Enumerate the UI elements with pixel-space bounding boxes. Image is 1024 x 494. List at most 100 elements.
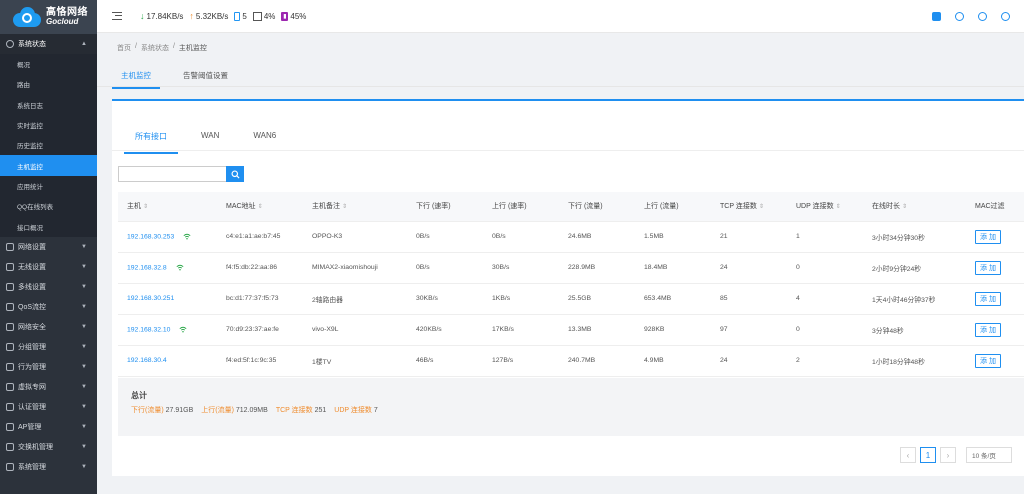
breadcrumb-home[interactable]: 首页 — [117, 43, 131, 53]
total-summary: 总计 下行(流量) 27.91GB 上行(流量) 712.09MB TCP 连接数 … — [118, 378, 1024, 436]
sidebar-group-11[interactable]: 系统管理 ▼ — [0, 457, 97, 477]
cell-udp: 4 — [787, 283, 863, 315]
memory-icon — [252, 11, 262, 21]
column-header-1[interactable]: MAC地址 ⇕ — [217, 192, 303, 222]
sidebar-group-5[interactable]: 分组管理 ▼ — [0, 337, 97, 357]
sidebar-group-0[interactable]: 网络设置 ▼ — [0, 237, 97, 257]
arrow-down-icon: ↓ — [140, 11, 145, 21]
sidebar-item-6[interactable]: 应用统计 — [0, 175, 97, 197]
add-mac-filter-button[interactable]: 添 加 — [975, 353, 1001, 368]
host-ip-link[interactable]: 192.168.32.8 — [127, 264, 167, 271]
sidebar-item-3[interactable]: 实时监控 — [0, 114, 97, 136]
prev-page-button[interactable]: ‹ — [900, 447, 916, 463]
table-row: 192.168.32.8 f4:f5:db:22:aa:86 MIMAX2-xiao… — [118, 252, 1024, 284]
sidebar-item-4[interactable]: 历史监控 — [0, 135, 97, 156]
sort-icon[interactable]: ⇕ — [902, 204, 907, 210]
sort-icon[interactable]: ⇕ — [143, 204, 148, 210]
search-button[interactable] — [226, 166, 244, 182]
sidebar-group-label: 系统管理 — [18, 463, 46, 471]
page-size-select[interactable]: 10 条/页 — [966, 447, 1012, 463]
sidebar-item-5[interactable]: 主机监控 — [0, 155, 97, 176]
total-title: 总计 — [131, 391, 147, 400]
add-mac-filter-button[interactable]: 添 加 — [975, 291, 1001, 306]
sort-icon[interactable]: ⇕ — [836, 204, 841, 210]
sidebar-group-3[interactable]: QoS流控 ▼ — [0, 297, 97, 317]
battery-value: 45% — [290, 11, 307, 21]
sidebar-item-0[interactable]: 概况 — [0, 54, 97, 75]
cell-down_traffic: 240.7MB — [559, 345, 635, 377]
arrow-up-icon: ↑ — [189, 11, 194, 21]
cell-down_rate: 0B/s — [407, 252, 483, 284]
cell-down_rate: 420KB/s — [407, 314, 483, 346]
sidebar-group-8[interactable]: 认证管理 ▼ — [0, 397, 97, 417]
next-page-button[interactable]: › — [940, 447, 956, 463]
cloud-upload-icon[interactable] — [978, 12, 987, 21]
sidebar-group-6[interactable]: 行为管理 ▼ — [0, 357, 97, 377]
total-label: UDP 连接数 — [334, 407, 372, 414]
column-header-2[interactable]: 主机备注 ⇕ — [303, 192, 407, 222]
sort-icon[interactable]: ⇕ — [759, 204, 764, 210]
host-ip-link[interactable]: 192.168.30.253 — [127, 233, 174, 240]
sidebar-group-2[interactable]: 多线设置 ▼ — [0, 277, 97, 297]
chevron-down-icon: ▼ — [81, 423, 87, 430]
cell-down_traffic: 25.5GB — [559, 283, 635, 315]
chevron-down-icon: ▼ — [81, 363, 87, 370]
cell-up_traffic: 4.9MB — [635, 345, 711, 377]
column-header-label: 上行 (速率) — [492, 203, 527, 211]
table-row: 192.168.32.10 70:d9:23:37:ae:fe vivo-X9L 42… — [118, 314, 1024, 346]
column-header-5: 下行 (流量) — [559, 192, 635, 222]
add-mac-filter-button[interactable]: 添 加 — [975, 229, 1001, 244]
sidebar-group-label: 行为管理 — [18, 363, 46, 371]
host-ip-link[interactable]: 192.168.32.10 — [127, 326, 170, 333]
chevron-down-icon: ▼ — [81, 263, 87, 270]
sidebar-item-2[interactable]: 系统日志 — [0, 94, 97, 115]
sidebar-group-7[interactable]: 虚拟专网 ▼ — [0, 377, 97, 397]
chevron-down-icon: ▼ — [81, 283, 87, 290]
cell-mac: f4:f5:db:22:aa:86 — [217, 252, 303, 284]
column-header-8[interactable]: UDP 连接数 ⇕ — [787, 192, 863, 222]
cell-mac: c4:e1:a1:ae:b7:45 — [217, 221, 303, 253]
topbar: ↓ 17.84KB/s ↑ 5.32KB/s 5 4% ▮ 45% — [97, 0, 1024, 33]
host-monitor-card: 所有接口 WAN WAN6 主机 ⇕ MAC地址 ⇕ 主机备注 ⇕ 下行 (速率) 上行 (速… — [112, 99, 1024, 476]
sidebar-group-4[interactable]: 网络安全 ▼ — [0, 317, 97, 337]
sort-icon[interactable]: ⇕ — [258, 204, 263, 210]
menu-toggle-icon[interactable] — [112, 12, 122, 20]
theme-icon[interactable] — [932, 12, 941, 21]
host-ip-link[interactable]: 192.168.30.251 — [127, 295, 174, 302]
sidebar-group-9[interactable]: AP管理 ▼ — [0, 417, 97, 437]
total-value: 712.09MB — [235, 407, 268, 414]
brand-logo[interactable]: 高恪网络 Gocloud — [0, 0, 97, 34]
globe-icon[interactable] — [955, 12, 964, 21]
column-header-label: 主机 — [127, 203, 141, 211]
column-header-9[interactable]: 在线时长 ⇕ — [863, 192, 966, 222]
cell-note: 2轴路由器 — [303, 283, 407, 315]
wifi-icon — [183, 233, 191, 240]
sidebar-group-1[interactable]: 无线设置 ▼ — [0, 257, 97, 277]
sidebar-group-10[interactable]: 交换机管理 ▼ — [0, 437, 97, 457]
host-ip-link[interactable]: 192.168.30.4 — [127, 357, 167, 364]
sidebar-item-8[interactable]: 接口概况 — [0, 216, 97, 237]
search-input[interactable] — [118, 166, 226, 182]
sidebar-group-label: QoS流控 — [18, 303, 47, 311]
cell-up_traffic: 653.4MB — [635, 283, 711, 315]
page-1-button[interactable]: 1 — [920, 447, 936, 463]
column-header-7[interactable]: TCP 连接数 ⇕ — [711, 192, 787, 222]
column-header-label: MAC地址 — [226, 203, 256, 211]
column-header-0[interactable]: 主机 ⇕ — [118, 192, 217, 222]
column-header-label: 在线时长 — [872, 203, 900, 211]
sidebar-group-system-status[interactable]: 系统状态 ▲ — [0, 34, 97, 54]
cell-action: 添 加 — [966, 314, 1024, 346]
sort-icon[interactable]: ⇕ — [342, 204, 347, 210]
cell-down_rate: 30KB/s — [407, 283, 483, 315]
sidebar-item-7[interactable]: QQ在线列表 — [0, 196, 97, 217]
cell-tcp: 24 — [711, 252, 787, 284]
cell-mac: f4:ed:5f:1c:9c:35 — [217, 345, 303, 377]
cell-ip: 192.168.30.4 — [118, 345, 217, 377]
add-mac-filter-button[interactable]: 添 加 — [975, 322, 1001, 337]
cell-action: 添 加 — [966, 345, 1024, 377]
breadcrumb-system-status[interactable]: 系统状态 — [141, 43, 169, 53]
add-mac-filter-button[interactable]: 添 加 — [975, 260, 1001, 275]
chevron-down-icon: ▼ — [81, 323, 87, 330]
power-icon[interactable] — [1001, 12, 1010, 21]
sidebar-item-1[interactable]: 路由 — [0, 74, 97, 95]
